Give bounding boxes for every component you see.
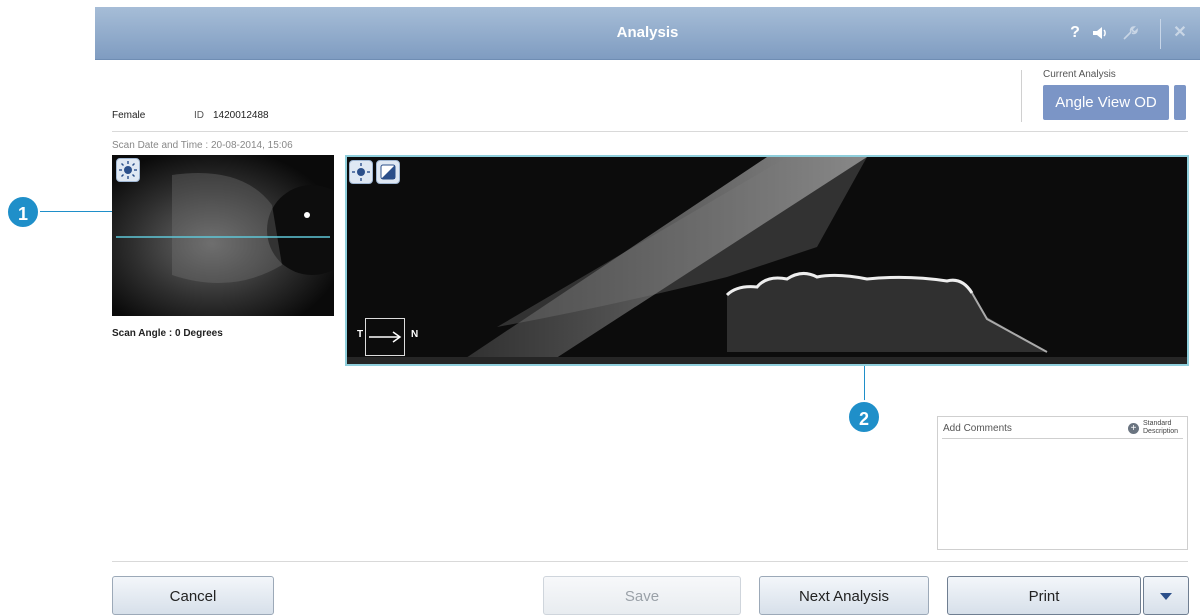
cancel-button[interactable]: Cancel bbox=[112, 576, 274, 615]
fundus-thumbnail[interactable] bbox=[112, 155, 334, 316]
scan-angle: Scan Angle : 0 Degrees bbox=[112, 328, 223, 339]
comments-divider bbox=[942, 438, 1183, 439]
oct-brightness-icon[interactable] bbox=[349, 160, 373, 184]
wrench-icon[interactable] bbox=[1120, 23, 1140, 43]
standard-label: Standard bbox=[1143, 420, 1172, 427]
current-analysis-button[interactable]: Angle View OD bbox=[1043, 85, 1169, 120]
brightness-icon[interactable] bbox=[116, 158, 140, 182]
orientation-nasal: N bbox=[411, 329, 419, 340]
save-button[interactable]: Save bbox=[543, 576, 741, 615]
comments-panel[interactable]: Add Comments + Standard Description bbox=[937, 416, 1188, 550]
print-options-dropdown[interactable] bbox=[1143, 576, 1189, 615]
print-button[interactable]: Print bbox=[947, 576, 1141, 615]
standard-description-button[interactable]: Standard Description bbox=[1143, 420, 1178, 436]
oct-scan-image[interactable]: T N bbox=[345, 155, 1189, 366]
speaker-icon[interactable] bbox=[1090, 23, 1110, 43]
callout-2: 2 bbox=[847, 400, 881, 434]
comments-title: Add Comments bbox=[943, 423, 1012, 434]
callout-1-line bbox=[40, 211, 112, 212]
close-icon[interactable]: ✕ bbox=[1170, 23, 1190, 43]
patient-id-value: 1420012488 bbox=[213, 110, 269, 121]
title-bar: Analysis ? ✕ bbox=[95, 7, 1200, 60]
header-divider bbox=[112, 131, 1188, 132]
next-analysis-button[interactable]: Next Analysis bbox=[759, 576, 929, 615]
patient-id-label: ID bbox=[194, 110, 204, 121]
current-analysis-label: Current Analysis bbox=[1043, 69, 1116, 80]
contrast-icon[interactable] bbox=[376, 160, 400, 184]
window-title: Analysis bbox=[616, 24, 679, 41]
chevron-down-icon bbox=[1160, 593, 1172, 601]
footer-divider bbox=[112, 561, 1188, 562]
orientation-arrow-icon bbox=[369, 331, 402, 343]
help-icon[interactable]: ? bbox=[1065, 23, 1085, 43]
orientation-temporal: T bbox=[357, 329, 364, 340]
callout-2-line bbox=[864, 366, 865, 402]
patient-gender: Female bbox=[112, 110, 146, 121]
callout-1: 1 bbox=[6, 195, 40, 229]
description-label: Description bbox=[1143, 428, 1179, 435]
scan-datetime: Scan Date and Time : 20-08-2014, 15:06 bbox=[112, 140, 293, 151]
analysis-divider bbox=[1021, 70, 1022, 122]
add-standard-description-icon[interactable]: + bbox=[1128, 423, 1139, 434]
titlebar-divider bbox=[1160, 19, 1161, 49]
analysis-scroll-button[interactable] bbox=[1174, 85, 1186, 120]
